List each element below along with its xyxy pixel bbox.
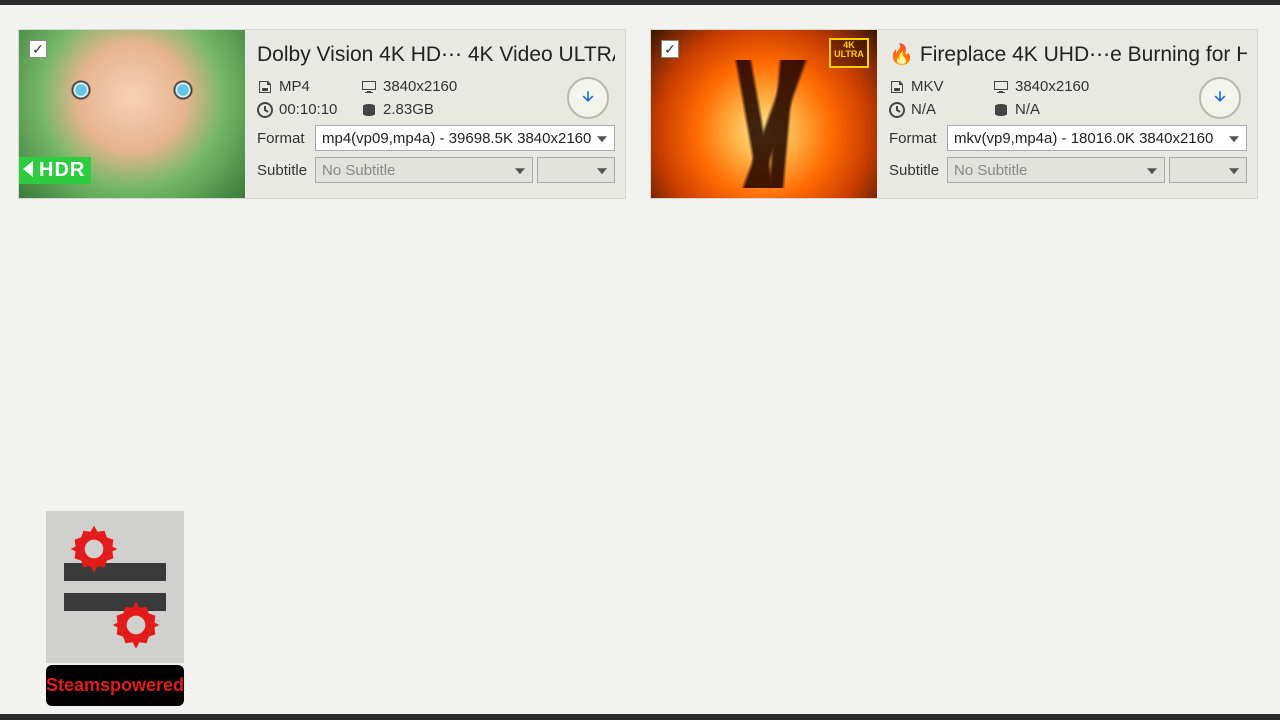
video-card: ✓ 4KULTRA 🔥 Fireplace 4K UHD⋯e Burning f…	[650, 29, 1258, 199]
download-button[interactable]	[567, 77, 609, 119]
format-select[interactable]: mp4(vp09,mp4a) - 39698.5K 3840x2160	[315, 125, 615, 151]
monitor-icon	[993, 79, 1009, 95]
file-size: 2.83GB	[383, 101, 434, 118]
format-label: Format	[889, 130, 943, 147]
storage-icon	[993, 102, 1009, 118]
video-list: ✓ HDR Dolby Vision 4K HD⋯ 4K Video ULTRA…	[0, 5, 1280, 223]
subtitle-label: Subtitle	[889, 162, 943, 179]
hdr-badge: HDR	[19, 157, 91, 184]
gear-icon	[108, 597, 164, 653]
format-value: mp4(vp09,mp4a) - 39698.5K 3840x2160	[322, 130, 591, 147]
video-title: Dolby Vision 4K HD⋯ 4K Video ULTRA H	[257, 42, 615, 67]
disk-icon	[257, 79, 273, 95]
watermark-logo: Steamspowered	[46, 511, 184, 706]
container-format: MP4	[279, 78, 310, 95]
subtitle-value: No Subtitle	[322, 162, 395, 179]
watermark-text: Steamspowered	[46, 665, 184, 706]
format-label: Format	[257, 130, 311, 147]
download-icon	[1210, 88, 1230, 108]
gear-icon	[66, 521, 122, 577]
video-thumbnail[interactable]: ✓ 4KULTRA	[651, 30, 877, 198]
subtitle-select[interactable]: No Subtitle	[947, 157, 1165, 183]
file-size: N/A	[1015, 101, 1040, 118]
clock-icon	[889, 102, 905, 118]
video-thumbnail[interactable]: ✓ HDR	[19, 30, 245, 198]
download-button[interactable]	[1199, 77, 1241, 119]
resolution: 3840x2160	[383, 78, 457, 95]
video-title: Fireplace 4K UHD⋯e Burning for Hom	[920, 42, 1247, 67]
select-checkbox[interactable]: ✓	[661, 40, 679, 58]
subtitle-label: Subtitle	[257, 162, 311, 179]
video-card: ✓ HDR Dolby Vision 4K HD⋯ 4K Video ULTRA…	[18, 29, 626, 199]
subtitle-lang-select[interactable]	[1169, 157, 1247, 183]
select-checkbox[interactable]: ✓	[29, 40, 47, 58]
download-icon	[578, 88, 598, 108]
window-bottombar	[0, 714, 1280, 720]
monitor-icon	[361, 79, 377, 95]
clock-icon	[257, 102, 273, 118]
format-select[interactable]: mkv(vp9,mp4a) - 18016.0K 3840x2160	[947, 125, 1247, 151]
fire-icon: 🔥	[889, 42, 914, 67]
subtitle-value: No Subtitle	[954, 162, 1027, 179]
4k-ultra-badge: 4KULTRA	[829, 38, 869, 68]
disk-icon	[889, 79, 905, 95]
duration: N/A	[911, 101, 936, 118]
subtitle-select[interactable]: No Subtitle	[315, 157, 533, 183]
resolution: 3840x2160	[1015, 78, 1089, 95]
format-value: mkv(vp9,mp4a) - 18016.0K 3840x2160	[954, 130, 1213, 147]
logo-graphic	[46, 511, 184, 663]
storage-icon	[361, 102, 377, 118]
duration: 00:10:10	[279, 101, 337, 118]
subtitle-lang-select[interactable]	[537, 157, 615, 183]
container-format: MKV	[911, 78, 944, 95]
